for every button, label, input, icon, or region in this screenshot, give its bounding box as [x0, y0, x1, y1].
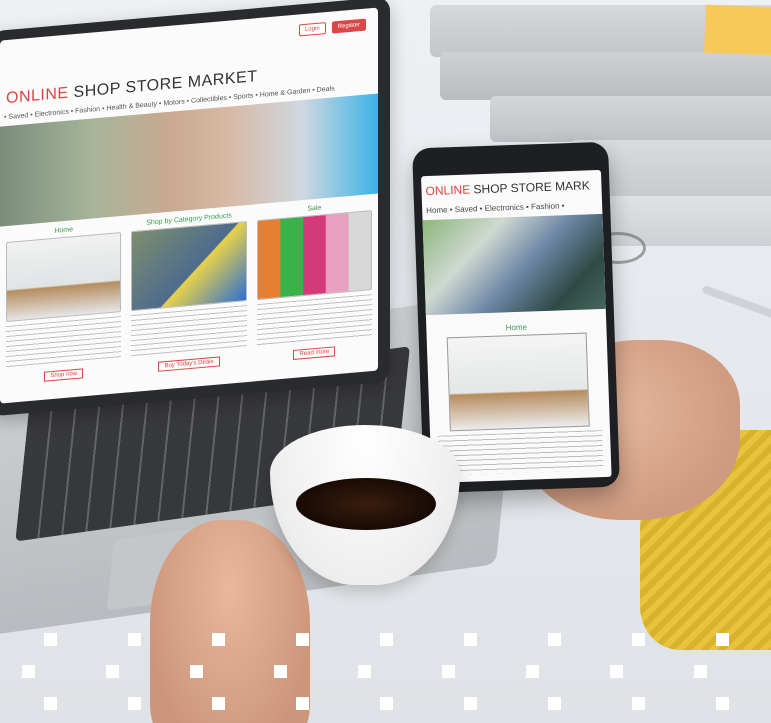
- decorative-square: [296, 633, 309, 646]
- decorative-squares: [0, 623, 771, 723]
- column-text: [6, 316, 122, 369]
- laptop-lid: Login Register ONLINE SHOP STORE MARKET …: [0, 0, 390, 417]
- laptop-screen: Login Register ONLINE SHOP STORE MARKET …: [0, 7, 378, 404]
- brand-red: ONLINE: [6, 84, 69, 108]
- sticky-note: [704, 4, 771, 56]
- decorative-square: [358, 665, 371, 678]
- decorative-square: [464, 697, 477, 710]
- decorative-square: [44, 697, 57, 710]
- photo-scene: Login Register ONLINE SHOP STORE MARKET …: [0, 0, 771, 723]
- decorative-square: [548, 633, 561, 646]
- login-button[interactable]: Login: [298, 22, 326, 37]
- column-button[interactable]: Buy Today's Deals: [158, 356, 220, 372]
- register-button[interactable]: Register: [331, 18, 366, 34]
- decorative-square: [106, 665, 119, 678]
- phone-hero-image: [422, 213, 606, 316]
- decorative-square: [212, 697, 225, 710]
- decorative-square: [694, 665, 707, 678]
- decorative-square: [380, 697, 393, 710]
- phone-section-text: [438, 430, 604, 476]
- column-image: [131, 221, 247, 312]
- decorative-square: [190, 665, 203, 678]
- site-column: Sale Read more: [256, 200, 372, 381]
- smartphone: ONLINE SHOP STORE MARK Home • Saved • El…: [412, 141, 620, 494]
- decorative-square: [380, 633, 393, 646]
- decorative-square: [128, 697, 141, 710]
- site-column: Home Shop now: [6, 222, 122, 403]
- decorative-square: [128, 633, 141, 646]
- book: [440, 52, 771, 100]
- decorative-square: [610, 665, 623, 678]
- column-text: [131, 305, 247, 358]
- column-button[interactable]: Read more: [293, 346, 336, 360]
- brand-rest: SHOP STORE MARK: [469, 178, 590, 197]
- decorative-square: [716, 633, 729, 646]
- decorative-square: [632, 697, 645, 710]
- site-top-buttons: Login Register: [298, 18, 366, 37]
- phone-site-brand: ONLINE SHOP STORE MARK: [425, 178, 590, 198]
- decorative-square: [212, 633, 225, 646]
- pen: [701, 284, 771, 324]
- book: [490, 96, 771, 142]
- decorative-square: [44, 633, 57, 646]
- site-columns: Home Shop now Shop by Category Products …: [6, 200, 372, 403]
- decorative-square: [464, 633, 477, 646]
- phone-screen: ONLINE SHOP STORE MARK Home • Saved • El…: [421, 169, 612, 484]
- column-text: [256, 294, 372, 347]
- site-column: Shop by Category Products Buy Today's De…: [131, 211, 247, 392]
- column-image: [6, 232, 122, 323]
- column-image: [256, 210, 372, 301]
- column-button[interactable]: Shop now: [44, 368, 83, 382]
- decorative-square: [632, 633, 645, 646]
- decorative-square: [548, 697, 561, 710]
- decorative-square: [526, 665, 539, 678]
- decorative-square: [296, 697, 309, 710]
- phone-site-nav[interactable]: Home • Saved • Electronics • Fashion •: [426, 201, 565, 215]
- decorative-square: [716, 697, 729, 710]
- decorative-square: [274, 665, 287, 678]
- coffee: [296, 478, 436, 530]
- brand-red: ONLINE: [425, 182, 471, 199]
- decorative-square: [22, 665, 35, 678]
- phone-section-image: [446, 332, 590, 432]
- decorative-square: [442, 665, 455, 678]
